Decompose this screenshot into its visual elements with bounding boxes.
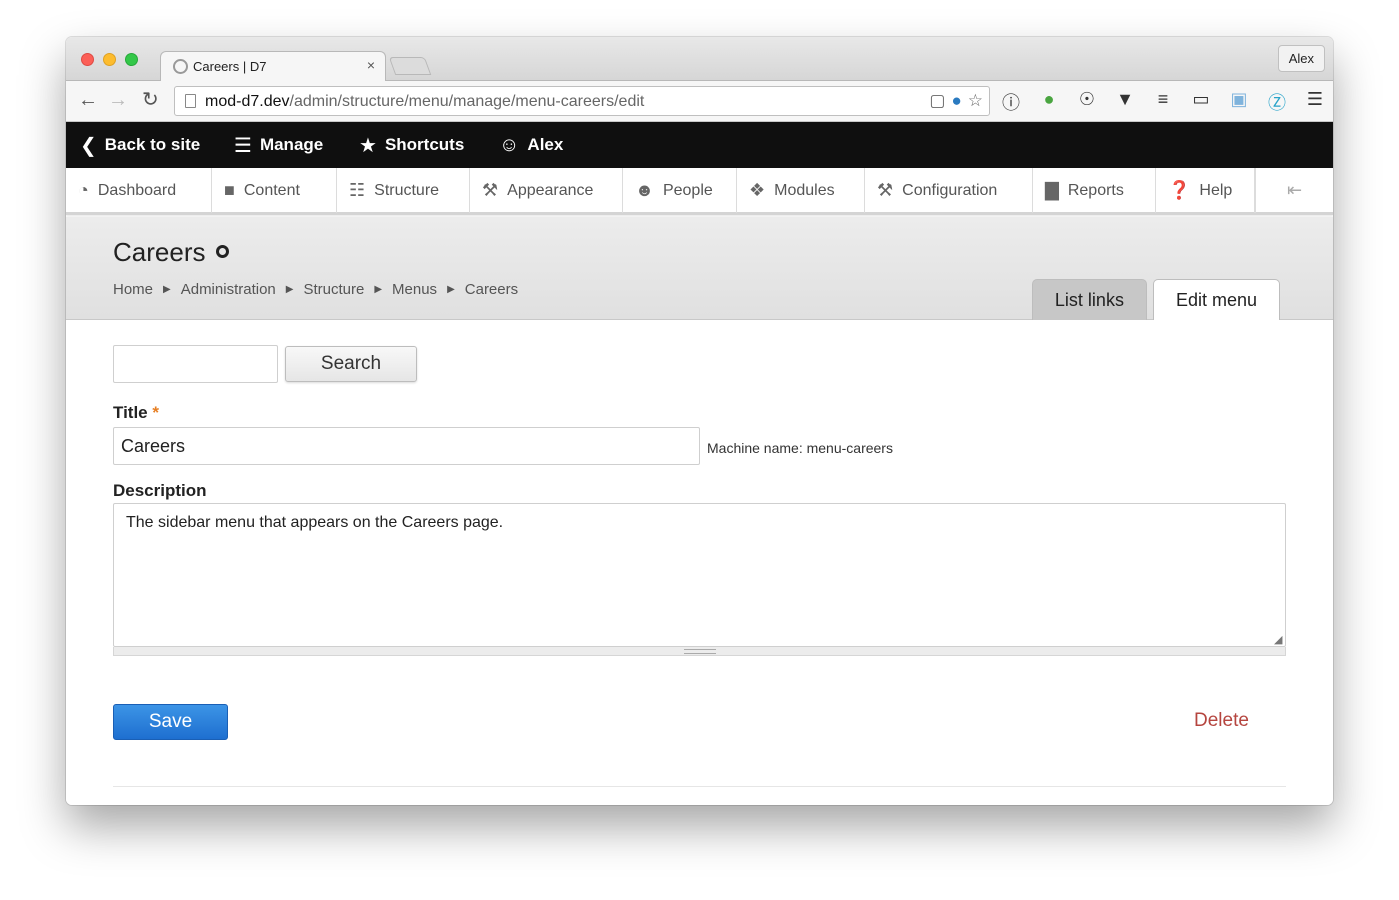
title-label: Title * — [113, 403, 159, 422]
breadcrumb-separator-icon: ▶ — [447, 284, 455, 295]
manage-link[interactable]: ☰ Manage — [234, 122, 323, 168]
pocket-icon[interactable]: ▼ — [1114, 89, 1136, 115]
breadcrumb-administration[interactable]: Administration — [181, 281, 276, 298]
collapse-left-icon: ⇤ — [1286, 180, 1303, 200]
back-arrow-icon[interactable]: ← — [78, 90, 98, 110]
hamburger-icon: ☰ — [234, 134, 252, 157]
description-label: Description — [113, 481, 207, 500]
url-text[interactable]: mod-d7.dev/admin/structure/menu/manage/m… — [205, 93, 644, 111]
resize-corner-icon[interactable]: ◢ — [1274, 633, 1282, 646]
tab-list-links[interactable]: List links — [1031, 279, 1147, 320]
add-shortcut-icon[interactable] — [216, 245, 229, 258]
structure-icon: ☷ — [349, 180, 366, 200]
browser-window: Careers | D7 × Alex ← → ↻ mod-d7.dev/adm… — [66, 37, 1333, 805]
tray-item-modules[interactable]: ❖ Modules — [737, 168, 865, 213]
back-to-site-link[interactable]: ❮ Back to site — [80, 122, 200, 168]
loading-icon — [173, 59, 188, 74]
chevron-left-circle-icon: ❮ — [80, 134, 97, 157]
main-content: Search Title * Careers Machine name: men… — [66, 320, 1333, 805]
divider — [113, 786, 1286, 787]
tray-item-reports[interactable]: ▇ Reports — [1033, 168, 1156, 213]
browser-tab[interactable]: Careers | D7 × — [160, 51, 386, 82]
page-action-icon[interactable]: ▢ — [929, 91, 945, 111]
modules-icon: ❖ — [749, 180, 766, 200]
user-link[interactable]: ☺ Alex — [499, 122, 563, 168]
breadcrumb-home[interactable]: Home — [113, 281, 153, 298]
textarea-resize-grip[interactable] — [113, 647, 1286, 656]
spy-extension-icon[interactable]: ☉ — [1076, 89, 1098, 115]
minimize-window-button[interactable] — [103, 53, 116, 66]
reports-icon: ▇ — [1045, 180, 1059, 200]
tray-orientation-toggle[interactable]: ⇤ — [1255, 168, 1333, 213]
content-icon: ■ — [224, 180, 235, 200]
admin-tray: ◔ Dashboard ■ Content ☷ Structure ⚒ Appe… — [66, 168, 1333, 215]
reload-icon[interactable]: ↻ — [142, 90, 159, 110]
star-icon: ★ — [359, 134, 377, 157]
search-button[interactable]: Search — [285, 346, 417, 382]
cast-icon[interactable]: ▭ — [1190, 89, 1212, 115]
new-tab-button[interactable] — [388, 57, 432, 75]
close-window-button[interactable] — [81, 53, 94, 66]
shortcuts-link[interactable]: ★ Shortcuts — [359, 122, 464, 168]
tray-item-content[interactable]: ■ Content — [212, 168, 337, 213]
tab-title: Careers | D7 — [193, 59, 267, 74]
tray-item-dashboard[interactable]: ◔ Dashboard — [66, 168, 212, 213]
z-extension-icon[interactable]: Ⓩ — [1266, 89, 1288, 115]
forward-arrow-icon[interactable]: → — [108, 90, 128, 110]
title-field[interactable]: Careers — [113, 427, 700, 465]
buffer-icon[interactable]: ≡ — [1152, 89, 1174, 115]
camera-icon[interactable]: ▣ — [1228, 89, 1250, 115]
chrome-menu-icon[interactable]: ☰ — [1304, 89, 1326, 115]
breadcrumb-careers[interactable]: Careers — [465, 281, 518, 298]
evernote-icon[interactable]: ● — [1038, 89, 1060, 115]
profile-button[interactable]: Alex — [1277, 45, 1325, 72]
appearance-icon: ⚒ — [482, 180, 499, 200]
user-icon: ☺ — [499, 133, 520, 156]
address-bar[interactable]: mod-d7.dev/admin/structure/menu/manage/m… — [174, 86, 990, 116]
tray-item-appearance[interactable]: ⚒ Appearance — [470, 168, 623, 213]
tab-close-icon[interactable]: × — [367, 57, 375, 73]
save-button[interactable]: Save — [113, 704, 228, 740]
machine-name: Machine name: menu-careers — [707, 440, 893, 456]
breadcrumb-structure[interactable]: Structure — [303, 281, 364, 298]
breadcrumb: Home ▶ Administration ▶ Structure ▶ Menu… — [113, 281, 518, 298]
tab-strip: Careers | D7 × Alex — [66, 37, 1333, 82]
tray-item-people[interactable]: ☻ People — [623, 168, 737, 213]
breadcrumb-menus[interactable]: Menus — [392, 281, 437, 298]
browser-toolbar: ← → ↻ mod-d7.dev/admin/structure/menu/ma… — [66, 81, 1333, 122]
tab-edit-menu[interactable]: Edit menu — [1152, 279, 1280, 320]
page-title: Careers — [113, 237, 206, 267]
required-marker: * — [152, 403, 159, 422]
tray-item-structure[interactable]: ☷ Structure — [337, 168, 470, 213]
password-manager-icon[interactable]: ⓘ — [1000, 89, 1022, 115]
breadcrumb-separator-icon: ▶ — [163, 284, 171, 295]
breadcrumb-separator-icon: ▶ — [374, 284, 383, 295]
search-input[interactable] — [113, 345, 278, 383]
primary-tabs: List links Edit menu — [1031, 279, 1280, 320]
drupal-drop-icon[interactable]: ● — [951, 91, 961, 111]
tray-item-configuration[interactable]: ⚒ Configuration — [865, 168, 1033, 213]
people-icon: ☻ — [635, 180, 654, 200]
admin-toolbar: ❮ Back to site ☰ Manage ★ Shortcuts ☺ Al… — [66, 122, 1333, 168]
tray-item-help[interactable]: ❓ Help — [1156, 168, 1255, 213]
breadcrumb-separator-icon: ▶ — [285, 284, 294, 295]
page-header: Careers Home ▶ Administration ▶ Structur… — [66, 217, 1333, 320]
maximize-window-button[interactable] — [125, 53, 138, 66]
configuration-icon: ⚒ — [877, 180, 894, 200]
page-icon — [185, 94, 196, 108]
help-icon: ❓ — [1168, 180, 1191, 200]
dashboard-icon: ◔ — [78, 180, 89, 200]
bookmark-star-icon[interactable]: ☆ — [968, 91, 983, 111]
delete-link[interactable]: Delete — [1194, 710, 1249, 732]
description-textarea[interactable]: The sidebar menu that appears on the Car… — [113, 503, 1286, 647]
